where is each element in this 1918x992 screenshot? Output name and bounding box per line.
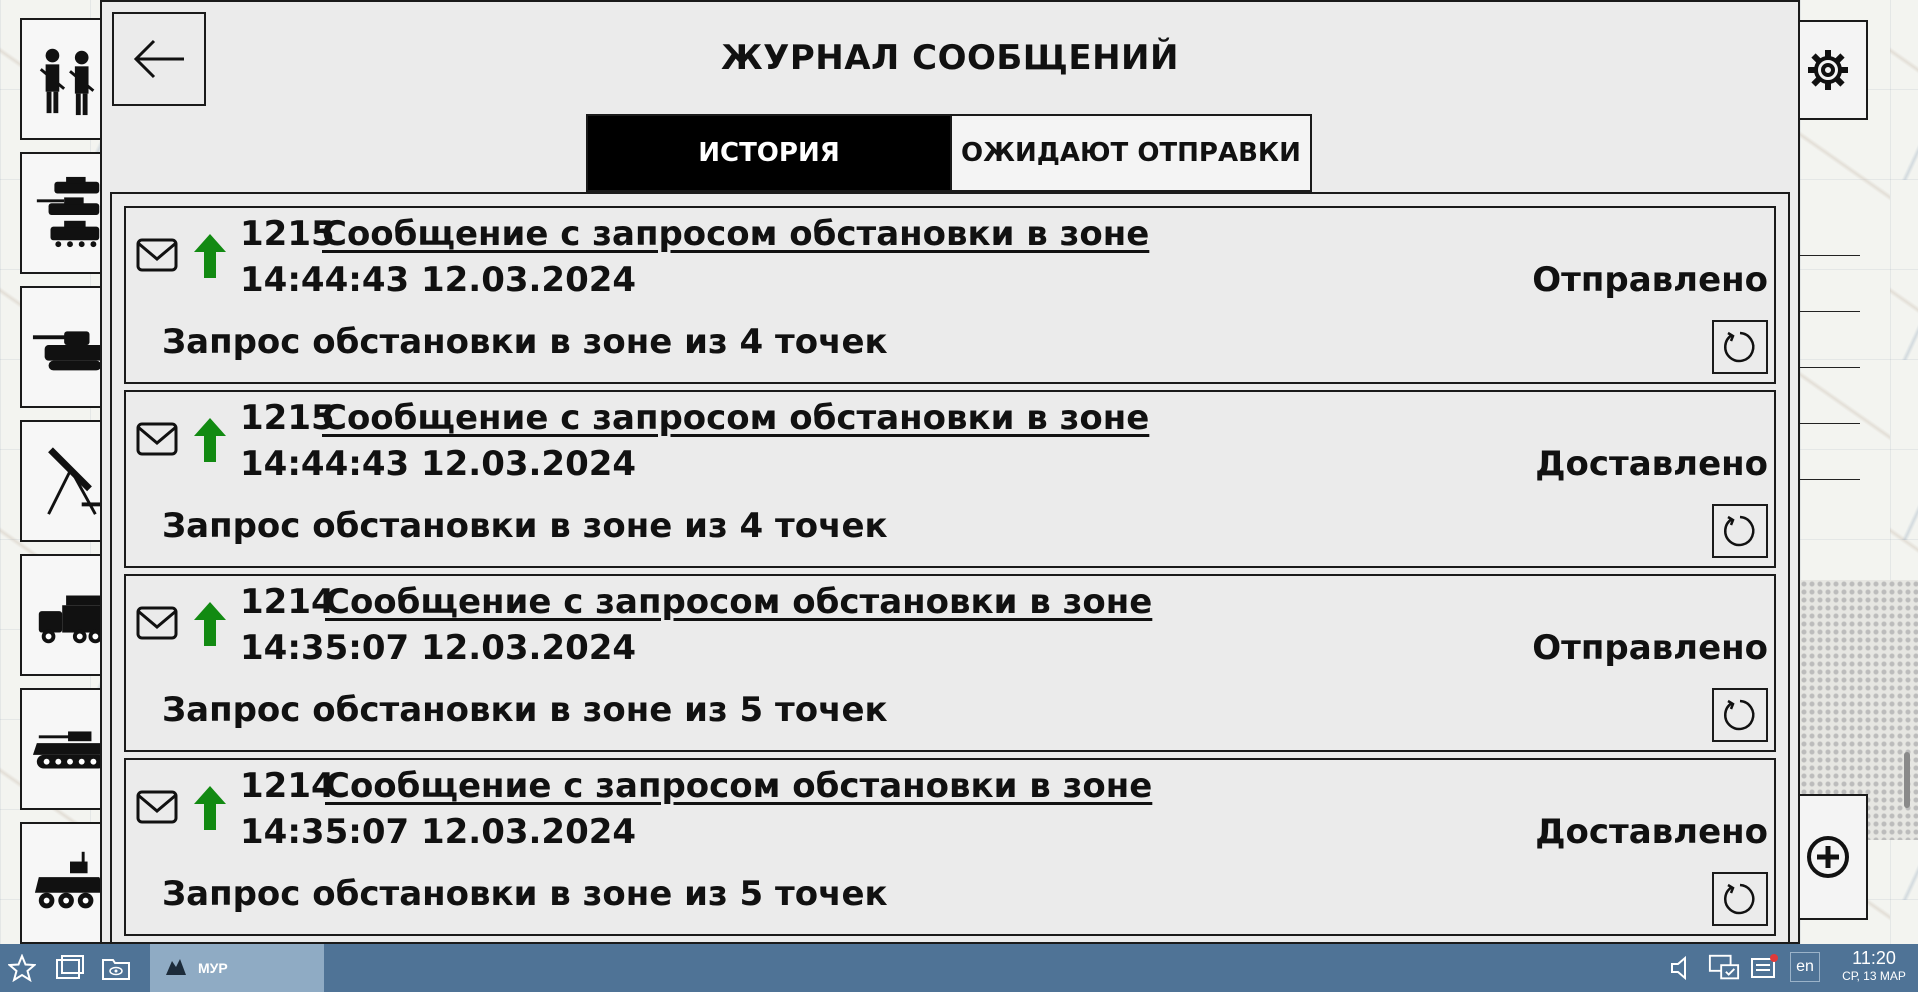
message-log-dialog: ЖУРНАЛ СООБЩЕНИЙ ИСТОРИЯ ОЖИДАЮТ ОТПРАВК… [100, 0, 1800, 944]
app-logo-icon [166, 959, 186, 975]
message-description: Запрос обстановки в зоне из 4 точек [162, 322, 888, 362]
windows-icon [56, 955, 84, 979]
message-timestamp: 14:44:43 12.03.2024 [240, 260, 637, 300]
message-number: 1214 [240, 766, 335, 806]
tab-history[interactable]: ИСТОРИЯ [586, 114, 952, 192]
message-subject-link[interactable]: Сообщение с запросом обстановки в зоне [325, 582, 1152, 622]
start-menu-button[interactable] [6, 952, 38, 984]
arrow-up-icon [194, 786, 226, 830]
message-item[interactable]: 1214 Сообщение с запросом обстановки в з… [124, 758, 1776, 936]
tank-icon [32, 331, 106, 371]
resend-button[interactable] [1712, 688, 1768, 742]
status-label: Отправлено [1532, 260, 1768, 300]
message-timestamp: 14:35:07 12.03.2024 [240, 812, 637, 852]
gear-icon [1808, 50, 1848, 90]
taskbar-app-label: МУР [198, 960, 228, 976]
notification-icon [1751, 954, 1778, 978]
message-subject-link[interactable]: Сообщение с запросом обстановки в зоне [322, 214, 1149, 254]
message-description: Запрос обстановки в зоне из 4 точек [162, 506, 888, 546]
message-timestamp: 14:44:43 12.03.2024 [240, 444, 637, 484]
clock-date: СР, 13 МАР [1842, 969, 1906, 983]
folder-eye-icon [102, 959, 130, 980]
ifv-icon [32, 731, 108, 769]
zoom-in-icon [1807, 836, 1849, 878]
status-label: Доставлено [1535, 444, 1768, 484]
resend-button[interactable] [1712, 320, 1768, 374]
refresh-icon [1724, 699, 1755, 731]
message-subject-link[interactable]: Сообщение с запросом обстановки в зоне [322, 398, 1149, 438]
message-item[interactable]: 1215 Сообщение с запросом обстановки в з… [124, 390, 1776, 568]
star-icon [8, 954, 36, 982]
truck-icon [38, 595, 106, 644]
network-icon [1708, 954, 1740, 980]
arrow-up-icon [194, 602, 226, 646]
refresh-icon [1724, 331, 1755, 363]
resend-button[interactable] [1712, 872, 1768, 926]
taskbar-app-mur[interactable]: МУР [150, 944, 324, 992]
map-scrollbar-thumb[interactable] [1904, 752, 1910, 808]
volume-button[interactable] [1666, 952, 1698, 984]
envelope-icon [136, 790, 178, 824]
status-label: Отправлено [1532, 628, 1768, 668]
refresh-icon [1724, 515, 1755, 547]
network-button[interactable] [1708, 952, 1740, 984]
message-item[interactable]: 1214 Сообщение с запросом обстановки в з… [124, 574, 1776, 752]
message-number: 1215 [240, 214, 335, 254]
refresh-icon [1724, 883, 1755, 915]
envelope-icon [136, 606, 178, 640]
settings-button[interactable] [1788, 20, 1868, 120]
soldiers-icon [39, 48, 95, 116]
taskbar: МУР en 11:20 СР, 13 МАР [0, 944, 1918, 992]
envelope-icon [136, 422, 178, 456]
resend-button[interactable] [1712, 504, 1768, 558]
message-number: 1215 [240, 398, 335, 438]
notifications-button[interactable] [1748, 952, 1780, 984]
armored-column-icon [36, 176, 100, 248]
page-title: ЖУРНАЛ СООБЩЕНИЙ [721, 38, 1179, 78]
speaker-icon [1671, 955, 1686, 981]
arrow-up-icon [194, 418, 226, 462]
clock[interactable]: 11:20 СР, 13 МАР [1834, 948, 1914, 984]
file-manager-button[interactable] [54, 952, 86, 984]
message-item[interactable]: 1215 Сообщение с запросом обстановки в з… [124, 206, 1776, 384]
tab-pending[interactable]: ОЖИДАЮТ ОТПРАВКИ [952, 114, 1312, 192]
apc-icon [34, 851, 108, 909]
message-timestamp: 14:35:07 12.03.2024 [240, 628, 637, 668]
tab-bar: ИСТОРИЯ ОЖИДАЮТ ОТПРАВКИ [586, 114, 1312, 192]
clock-time: 11:20 [1852, 948, 1896, 968]
status-label: Доставлено [1535, 812, 1768, 852]
message-description: Запрос обстановки в зоне из 5 точек [162, 874, 888, 914]
message-subject-link[interactable]: Сообщение с запросом обстановки в зоне [325, 766, 1152, 806]
folder-button[interactable] [100, 952, 132, 984]
arrow-up-icon [194, 234, 226, 278]
message-number: 1214 [240, 582, 335, 622]
right-panel-separators [1798, 200, 1860, 510]
message-description: Запрос обстановки в зоне из 5 точек [162, 690, 888, 730]
mortar-icon [47, 447, 104, 515]
envelope-icon [136, 238, 178, 272]
language-indicator[interactable]: en [1790, 952, 1820, 982]
message-list[interactable]: 1215 Сообщение с запросом обстановки в з… [110, 192, 1790, 942]
zoom-in-button[interactable] [1788, 794, 1868, 920]
